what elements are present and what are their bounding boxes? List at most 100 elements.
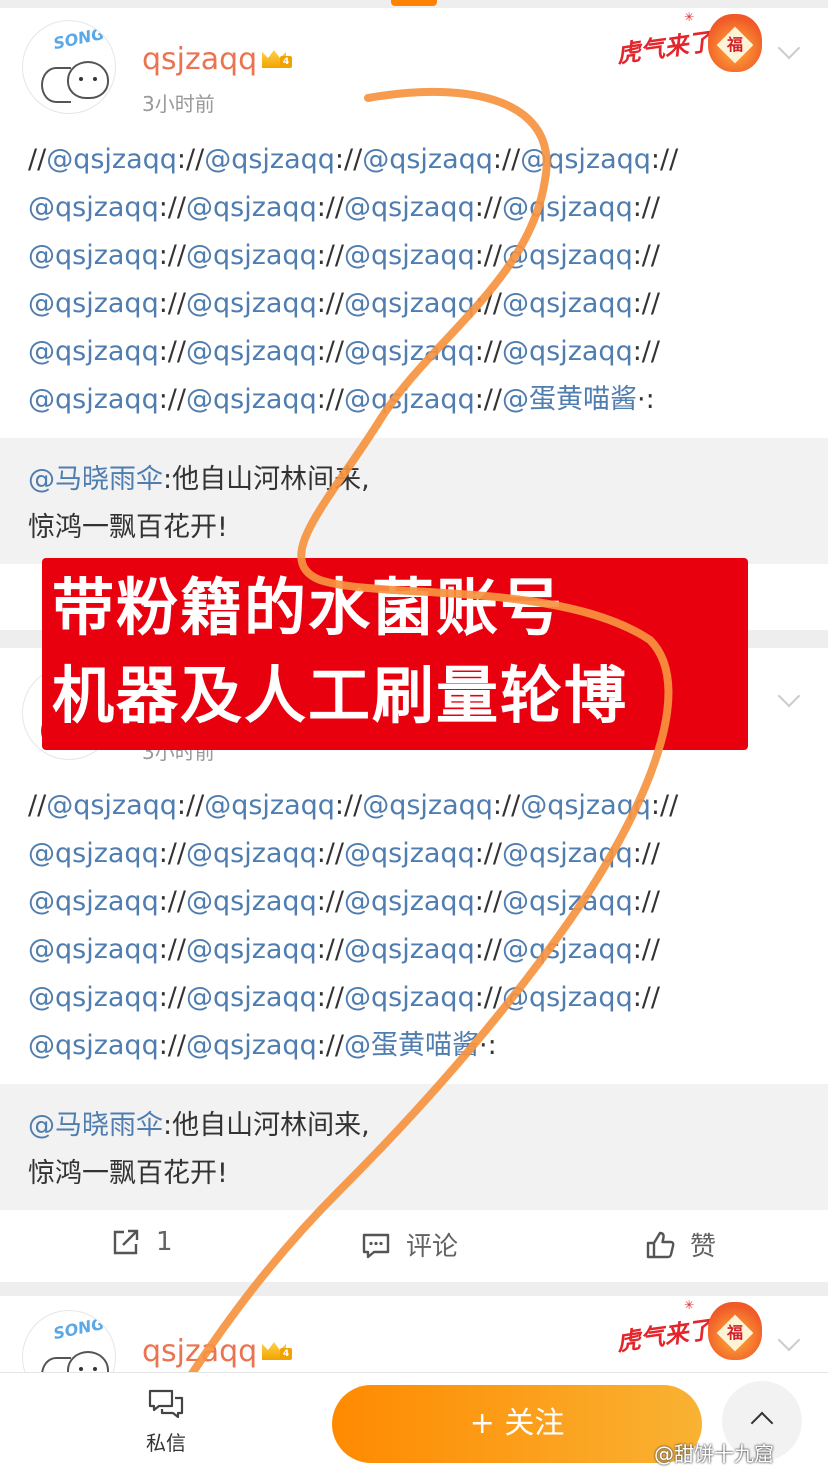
- mention-link[interactable]: @qsjzaqq: [28, 288, 159, 319]
- mention-link[interactable]: @qsjzaqq: [344, 886, 475, 917]
- annotation-banner: 带粉籍的水菌账号 机器及人工刷量轮博: [42, 558, 748, 750]
- vip-crown-icon: 4: [262, 1338, 292, 1362]
- like-button[interactable]: 赞: [644, 1226, 716, 1263]
- mention-link[interactable]: @qsjzaqq: [186, 336, 317, 367]
- separator-text: ://: [158, 886, 186, 917]
- mention-link[interactable]: @qsjzaqq: [520, 144, 651, 175]
- paw-icon: 福: [708, 14, 762, 72]
- mention-link[interactable]: @qsjzaqq: [362, 790, 493, 821]
- comment-button[interactable]: 评论: [360, 1226, 458, 1263]
- username[interactable]: qsjzaqq: [142, 42, 257, 77]
- quote-text: :他自山河林间来,: [163, 464, 370, 495]
- mention-link[interactable]: @qsjzaqq: [186, 240, 317, 271]
- mention-link[interactable]: @qsjzaqq: [204, 790, 335, 821]
- mention-link[interactable]: @qsjzaqq: [28, 336, 159, 367]
- mention-link[interactable]: @qsjzaqq: [362, 144, 493, 175]
- mention-link[interactable]: @qsjzaqq: [502, 288, 633, 319]
- separator-text: ://: [474, 886, 502, 917]
- separator-text: ·:: [479, 1030, 497, 1061]
- post-body-line: @qsjzaqq://@qsjzaqq://@qsjzaqq://@蛋黄喵酱·:: [28, 376, 808, 424]
- mention-link[interactable]: @qsjzaqq: [502, 934, 633, 965]
- avatar-cat: [67, 61, 109, 99]
- direct-message-button[interactable]: 私信: [138, 1387, 194, 1456]
- mention-link[interactable]: @qsjzaqq: [344, 838, 475, 869]
- separator-text: ://: [316, 336, 344, 367]
- separator-text: ://: [632, 934, 660, 965]
- avatar-logo: SONG: [51, 23, 107, 54]
- mention-link[interactable]: @qsjzaqq: [502, 336, 633, 367]
- quote-text: :他自山河林间来,: [163, 1110, 370, 1141]
- dm-label: 私信: [146, 1431, 186, 1455]
- mention-link[interactable]: @qsjzaqq: [502, 240, 633, 271]
- mention-link[interactable]: @qsjzaqq: [344, 336, 475, 367]
- repost-count: 1: [156, 1227, 173, 1257]
- separator-text: ://: [632, 886, 660, 917]
- chevron-down-icon[interactable]: [778, 40, 800, 62]
- separator-text: ://: [474, 982, 502, 1013]
- mention-link[interactable]: @qsjzaqq: [502, 886, 633, 917]
- quote-mention[interactable]: @马晓雨伞: [28, 464, 163, 495]
- mention-link[interactable]: @qsjzaqq: [28, 1030, 159, 1061]
- mention-link[interactable]: @qsjzaqq: [186, 288, 317, 319]
- mention-link[interactable]: @qsjzaqq: [502, 838, 633, 869]
- username[interactable]: qsjzaqq: [142, 1334, 257, 1369]
- mention-link[interactable]: @qsjzaqq: [344, 384, 475, 415]
- chevron-down-icon[interactable]: [778, 1332, 800, 1354]
- mention-link[interactable]: @qsjzaqq: [344, 934, 475, 965]
- like-label: 赞: [690, 1232, 717, 1262]
- festival-badge: ✳ 虎气来了 福: [615, 10, 766, 76]
- mention-link[interactable]: @qsjzaqq: [28, 982, 159, 1013]
- mention-link[interactable]: @qsjzaqq: [46, 790, 177, 821]
- mention-link[interactable]: @蛋黄喵酱: [344, 1030, 479, 1061]
- quote-mention[interactable]: @马晓雨伞: [28, 1110, 163, 1141]
- mention-link[interactable]: @qsjzaqq: [186, 1030, 317, 1061]
- mention-link[interactable]: @qsjzaqq: [502, 192, 633, 223]
- separator-text: ://: [492, 144, 521, 175]
- post-card[interactable]: SONG qsjzaqq 4 3小时前 ✳ 虎气来了 福 //@qsjzaqq:…: [0, 8, 828, 630]
- mention-link[interactable]: @qsjzaqq: [186, 192, 317, 223]
- post-body-line: @qsjzaqq://@qsjzaqq://@qsjzaqq://@qsjzaq…: [28, 328, 808, 376]
- separator-text: ://: [158, 384, 186, 415]
- mention-link[interactable]: @qsjzaqq: [344, 192, 475, 223]
- post-body-line: @qsjzaqq://@qsjzaqq://@qsjzaqq://@qsjzaq…: [28, 232, 808, 280]
- mention-link[interactable]: @qsjzaqq: [502, 982, 633, 1013]
- comment-label: 评论: [406, 1232, 459, 1262]
- mention-link[interactable]: @qsjzaqq: [186, 838, 317, 869]
- separator-text: ://: [316, 192, 344, 223]
- separator-text: ://: [334, 144, 363, 175]
- mention-link[interactable]: @qsjzaqq: [186, 384, 317, 415]
- separator-text: ·:: [637, 384, 655, 415]
- separator-text: ://: [176, 144, 205, 175]
- mention-link[interactable]: @qsjzaqq: [344, 240, 475, 271]
- mention-link[interactable]: @qsjzaqq: [344, 982, 475, 1013]
- mention-link[interactable]: @qsjzaqq: [28, 240, 159, 271]
- mention-link[interactable]: @qsjzaqq: [520, 790, 651, 821]
- separator-text: ://: [474, 240, 502, 271]
- mention-link[interactable]: @qsjzaqq: [186, 886, 317, 917]
- mention-link[interactable]: @qsjzaqq: [28, 838, 159, 869]
- separator-text: ://: [632, 240, 660, 271]
- mention-link[interactable]: @qsjzaqq: [28, 886, 159, 917]
- mention-link[interactable]: @qsjzaqq: [28, 934, 159, 965]
- separator-text: ://: [158, 240, 186, 271]
- separator-text: ://: [316, 934, 344, 965]
- post-body-line: @qsjzaqq://@qsjzaqq://@蛋黄喵酱·:: [28, 1022, 808, 1070]
- quoted-post[interactable]: @马晓雨伞:他自山河林间来, 惊鸿一飘百花开!: [0, 438, 828, 564]
- mention-link[interactable]: @qsjzaqq: [344, 288, 475, 319]
- mention-link[interactable]: @qsjzaqq: [28, 192, 159, 223]
- avatar[interactable]: SONG: [22, 20, 116, 114]
- quoted-post[interactable]: @马晓雨伞:他自山河林间来, 惊鸿一飘百花开!: [0, 1084, 828, 1210]
- separator-text: ://: [158, 336, 186, 367]
- repost-button[interactable]: 1: [110, 1226, 173, 1258]
- mention-link[interactable]: @qsjzaqq: [186, 934, 317, 965]
- mention-link[interactable]: @qsjzaqq: [204, 144, 335, 175]
- mention-link[interactable]: @蛋黄喵酱: [502, 384, 637, 415]
- chevron-down-icon[interactable]: [778, 688, 800, 710]
- follow-button[interactable]: + 关注: [332, 1385, 702, 1463]
- banner-line-1: 带粉籍的水菌账号: [52, 571, 565, 644]
- mention-link[interactable]: @qsjzaqq: [186, 982, 317, 1013]
- mention-link[interactable]: @qsjzaqq: [46, 144, 177, 175]
- separator-text: ://: [650, 144, 679, 175]
- mention-link[interactable]: @qsjzaqq: [28, 384, 159, 415]
- separator-text: //: [28, 790, 47, 821]
